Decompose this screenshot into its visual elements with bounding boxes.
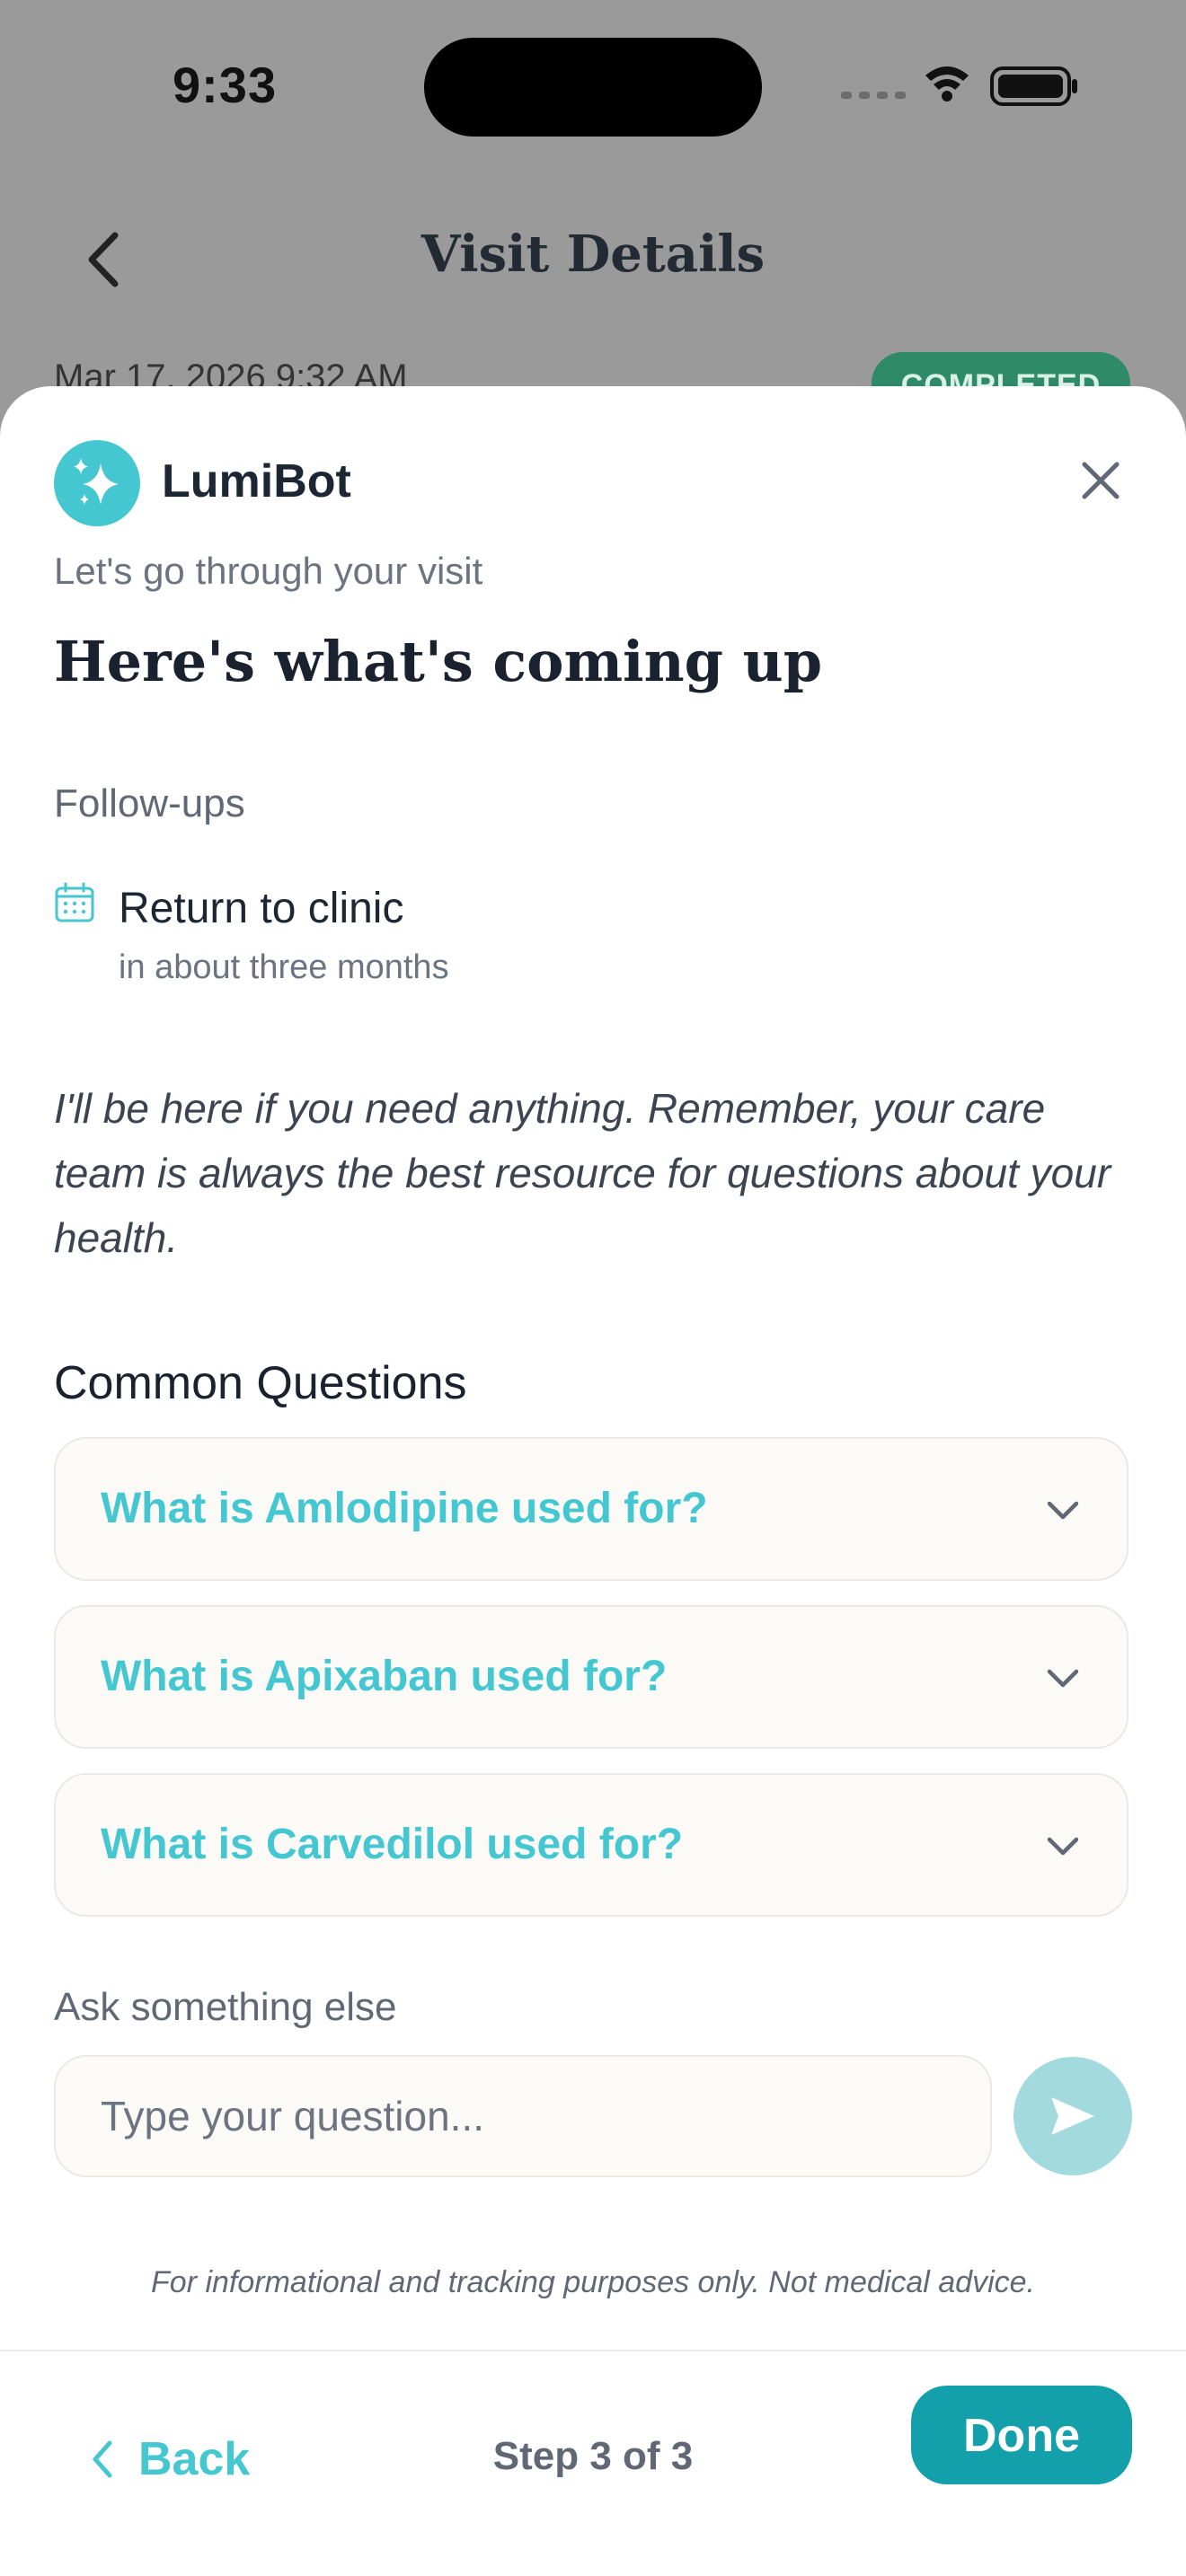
question-label: What is Carvedilol used for? bbox=[101, 1821, 684, 1868]
ask-label: Ask something else bbox=[54, 1985, 397, 2029]
send-button[interactable] bbox=[1013, 2057, 1132, 2175]
step-indicator: Step 3 of 3 bbox=[492, 2434, 694, 2478]
close-icon bbox=[1082, 462, 1120, 499]
lumibot-sheet: LumiBot Let's go through your visit Here… bbox=[0, 386, 1186, 2576]
intro-text: Let's go through your visit bbox=[54, 550, 483, 592]
send-icon bbox=[1051, 2097, 1094, 2135]
dynamic-island bbox=[424, 38, 762, 137]
question-input[interactable] bbox=[54, 2055, 992, 2177]
status-time: 9:33 bbox=[173, 57, 278, 113]
back-button[interactable]: Back bbox=[90, 2423, 250, 2495]
followups-label: Follow-ups bbox=[54, 781, 245, 825]
back-chevron-icon bbox=[93, 2440, 112, 2478]
question-accordion-amlodipine[interactable]: What is Amlodipine used for? bbox=[54, 1437, 1128, 1581]
back-label: Back bbox=[138, 2433, 251, 2485]
calendar-icon bbox=[55, 882, 94, 922]
battery-icon bbox=[990, 66, 1077, 106]
done-button[interactable]: Done bbox=[911, 2386, 1132, 2484]
status-icons bbox=[841, 66, 1077, 106]
sparkle-icon bbox=[74, 458, 119, 505]
page-title: Visit Details bbox=[420, 225, 766, 284]
chevron-down-icon bbox=[1047, 1837, 1079, 1856]
question-accordion-carvedilol[interactable]: What is Carvedilol used for? bbox=[54, 1773, 1128, 1917]
signal-icon bbox=[841, 92, 906, 99]
footer-divider bbox=[0, 2350, 1186, 2351]
common-questions-heading: Common Questions bbox=[54, 1357, 467, 1409]
question-label: What is Amlodipine used for? bbox=[101, 1485, 708, 1532]
disclaimer: For informational and tracking purposes … bbox=[151, 2265, 1035, 2299]
chevron-down-icon bbox=[1047, 1501, 1079, 1520]
close-button[interactable] bbox=[1069, 449, 1132, 512]
wifi-icon bbox=[925, 66, 969, 101]
followup-subtitle: in about three months bbox=[119, 948, 449, 986]
bot-avatar bbox=[54, 440, 140, 526]
chevron-down-icon bbox=[1047, 1669, 1079, 1688]
bot-name: LumiBot bbox=[162, 455, 351, 507]
sheet-heading: Here's what's coming up bbox=[54, 629, 823, 694]
question-accordion-apixaban[interactable]: What is Apixaban used for? bbox=[54, 1605, 1128, 1749]
bot-message: I'll be here if you need anything. Remem… bbox=[54, 1085, 1111, 1261]
followup-title: Return to clinic bbox=[119, 885, 404, 932]
question-label: What is Apixaban used for? bbox=[101, 1653, 668, 1700]
